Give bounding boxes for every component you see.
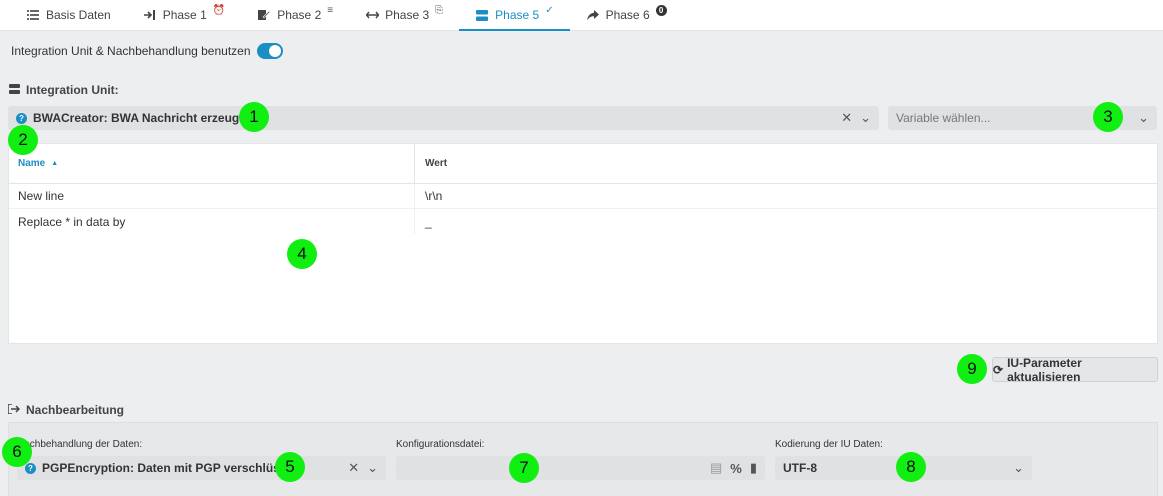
section-title: Integration Unit:	[26, 83, 119, 97]
percent-icon[interactable]: %	[730, 461, 742, 476]
sort-ascending-icon: ▲	[51, 160, 59, 167]
marker-5: 5	[275, 452, 305, 482]
clear-icon[interactable]: ✕	[348, 460, 359, 476]
chevron-down-icon[interactable]: ⌄	[860, 110, 871, 126]
button-label: IU-Parameter aktualisieren	[1007, 355, 1082, 384]
nachbehandlung-label: Nachbehandlung der Daten:	[17, 439, 143, 450]
chevron-down-icon[interactable]: ⌄	[1013, 460, 1024, 476]
integration-toggle-switch[interactable]	[256, 43, 283, 59]
marker-2: 2	[8, 125, 38, 155]
edit-icon	[257, 8, 271, 22]
tab-label: Phase 3	[385, 8, 430, 22]
nachbehandlung-select[interactable]: ? PGPEncryption: Daten mit PGP verschlüs…	[17, 456, 386, 480]
table-header: Name ▲ Wert	[9, 143, 1157, 184]
question-icon: ?	[16, 112, 27, 124]
selected-value: UTF-8	[783, 461, 817, 475]
konfigurationsdatei-field[interactable]: ▤ % ▮	[396, 456, 765, 480]
tab-label: Phase 5	[495, 8, 540, 22]
parameter-table: Name ▲ Wert New line \r\n Replace * in d…	[8, 143, 1158, 344]
konfig-label: Konfigurationsdatei:	[396, 439, 485, 450]
tab-phase-6[interactable]: Phase 6 0	[570, 0, 683, 30]
cell-name: Replace * in data by	[9, 209, 415, 234]
nachbearbeitung-heading: Nachbearbeitung	[7, 403, 125, 417]
table-row[interactable]: Replace * in data by _	[9, 209, 1157, 234]
refresh-icon: ⟳	[993, 362, 1004, 377]
tab-phase-5[interactable]: Phase 5 ✓	[459, 0, 571, 31]
marker-7: 7	[509, 453, 539, 483]
marker-6: 6	[2, 437, 32, 467]
tab-label: Basis Daten	[46, 8, 111, 22]
file-icon[interactable]: ▮	[750, 460, 757, 476]
column-header-value[interactable]: Wert	[415, 158, 1157, 169]
check-icon: ✓	[545, 4, 554, 16]
alarm-clock-icon: ⏰	[212, 4, 226, 16]
question-icon: ?	[25, 462, 36, 474]
database-icon: ≡	[327, 4, 334, 16]
refresh-iu-parameters-button[interactable]: ⟳ IU-Parameter aktualisieren	[992, 355, 1158, 384]
marker-3: 3	[1093, 102, 1123, 132]
integration-toggle-row: Integration Unit & Nachbehandlung benutz…	[11, 43, 283, 59]
kodierung-label: Kodierung der IU Daten:	[775, 439, 883, 450]
document-icon: ⎘	[435, 4, 444, 16]
selected-value: BWACreator: BWA Nachricht erzeugen	[33, 111, 254, 125]
tab-phase-1[interactable]: Phase 1 ⏰	[127, 0, 242, 30]
calculator-icon[interactable]: ▤	[710, 460, 722, 476]
share-icon	[586, 8, 600, 22]
marker-9: 9	[957, 354, 987, 384]
section-title: Nachbearbeitung	[26, 403, 125, 417]
integration-unit-select[interactable]: ? BWACreator: BWA Nachricht erzeugen ✕ ⌄	[8, 106, 879, 130]
sign-in-icon	[143, 8, 157, 22]
toggle-label: Integration Unit & Nachbehandlung benutz…	[11, 44, 251, 58]
sign-out-icon	[7, 403, 21, 417]
marker-8: 8	[896, 452, 926, 482]
cell-name: New line	[9, 183, 415, 209]
marker-4: 4	[287, 239, 317, 269]
arrows-horizontal-icon	[365, 8, 379, 22]
tab-label: Phase 2	[277, 8, 322, 22]
marker-1: 1	[239, 102, 269, 132]
phase-tab-bar: Basis Daten Phase 1 ⏰ Phase 2 ≡ Phase 3 …	[0, 0, 1163, 31]
column-header-name[interactable]: Name ▲	[9, 143, 415, 184]
tab-label: Phase 6	[605, 8, 650, 22]
count-badge: 0	[655, 4, 667, 16]
clear-icon[interactable]: ✕	[841, 110, 852, 126]
tab-phase-2[interactable]: Phase 2 ≡	[241, 0, 349, 30]
tab-phase-3[interactable]: Phase 3 ⎘	[349, 0, 459, 30]
tab-label: Phase 1	[162, 8, 207, 22]
integration-unit-heading: Integration Unit:	[9, 83, 119, 97]
header-label: Name	[18, 158, 46, 169]
cell-value[interactable]: _	[415, 215, 1157, 229]
chevron-down-icon[interactable]: ⌄	[1138, 110, 1149, 126]
server-icon	[475, 8, 489, 22]
tab-basis-daten[interactable]: Basis Daten	[10, 0, 127, 30]
list-icon	[26, 8, 40, 22]
table-row[interactable]: New line \r\n	[9, 183, 1157, 209]
cell-value[interactable]: \r\n	[415, 189, 1157, 203]
chevron-down-icon[interactable]: ⌄	[367, 460, 378, 476]
server-icon	[9, 83, 20, 97]
